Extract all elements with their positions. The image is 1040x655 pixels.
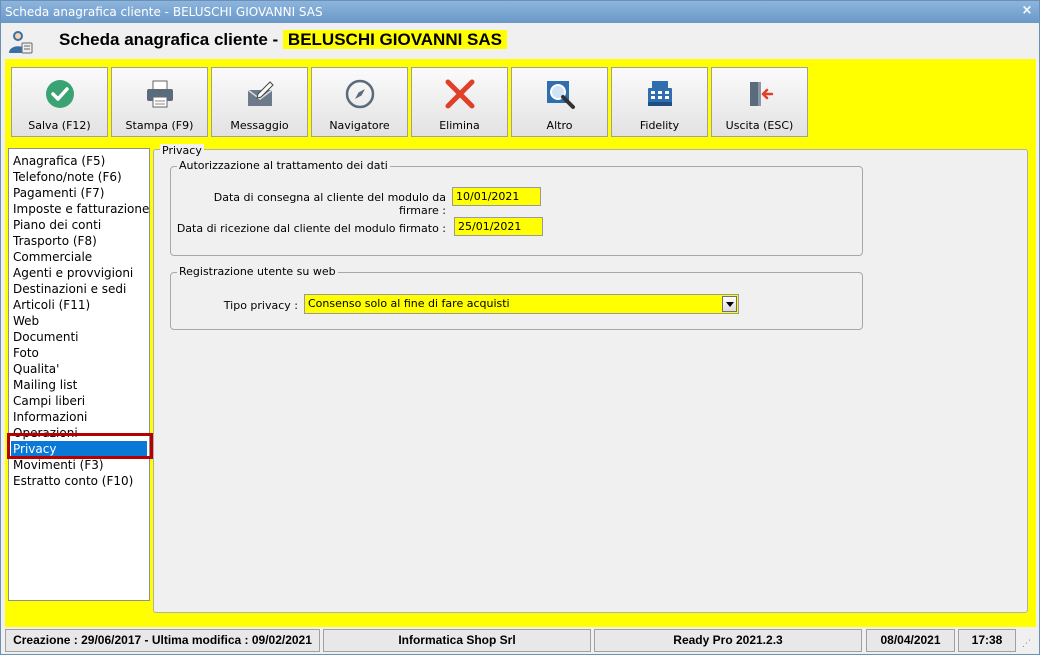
printer-icon — [147, 80, 173, 108]
print-button[interactable]: Stampa (F9) — [111, 67, 208, 137]
other-button-label: Altro — [546, 119, 573, 132]
ricezione-label: Data di ricezione dal cliente del modulo… — [176, 222, 446, 235]
cash-register-icon — [648, 81, 672, 106]
page-title: Scheda anagrafica cliente - BELUSCHI GIO… — [59, 28, 508, 52]
delete-x-icon — [445, 79, 475, 109]
sidebar-item-imposte-e-fatturazione[interactable]: Imposte e fatturazione — [9, 201, 149, 217]
sidebar-item-operazioni[interactable]: Operazioni — [9, 425, 149, 441]
section-list[interactable]: Anagrafica (F5) Telefono/note (F6) Pagamen… — [8, 148, 150, 601]
sidebar-item-commerciale[interactable]: Commerciale — [9, 249, 149, 265]
sidebar-item-anagrafica-f5[interactable]: Anagrafica (F5) — [9, 153, 149, 169]
magnifier-icon — [547, 81, 575, 109]
user-card-icon — [9, 31, 33, 54]
web-group-legend: Registrazione utente su web — [177, 265, 338, 278]
exit-door-icon — [750, 82, 774, 106]
print-button-label: Stampa (F9) — [125, 119, 194, 132]
client-name: BELUSCHI GIOVANNI SAS — [282, 30, 508, 49]
message-button-label: Messaggio — [230, 119, 289, 132]
fidelity-button-label: Fidelity — [639, 119, 680, 132]
compass-icon — [345, 79, 375, 109]
close-icon[interactable]: × — [1019, 4, 1035, 20]
ricezione-date-field[interactable]: 25/01/2021 — [454, 217, 543, 236]
status-version: Ready Pro 2021.2.3 — [594, 629, 862, 652]
web-group: Registrazione utente su web Tipo privacy… — [170, 265, 863, 330]
sidebar-item-documenti[interactable]: Documenti — [9, 329, 149, 345]
section-title: Privacy — [160, 144, 204, 157]
exit-button-label: Uscita (ESC) — [725, 119, 794, 132]
check-circle-icon — [46, 80, 74, 108]
delete-button-label: Elimina — [439, 119, 480, 132]
status-time: 17:38 — [958, 629, 1016, 652]
save-button[interactable]: Salva (F12) — [11, 67, 108, 137]
sidebar-item-privacy[interactable]: Privacy — [11, 441, 147, 457]
consegna-label: Data di consegna al cliente del modulo d… — [213, 191, 446, 217]
sidebar-item-movimenti-f3[interactable]: Movimenti (F3) — [9, 457, 149, 473]
sidebar-item-mailing-list[interactable]: Mailing list — [9, 377, 149, 393]
chevron-down-icon[interactable] — [722, 296, 737, 312]
privacy-panel: Privacy Autorizzazione al trattamento de… — [153, 144, 1028, 613]
sidebar-item-trasporto-f8[interactable]: Trasporto (F8) — [9, 233, 149, 249]
main-area: Salva (F12) Stampa (F9) Messaggio Naviga… — [5, 59, 1036, 627]
header: Scheda anagrafica cliente - BELUSCHI GIO… — [1, 23, 1039, 59]
compose-message-icon — [247, 81, 274, 106]
sidebar-item-articoli-f11[interactable]: Articoli (F11) — [9, 297, 149, 313]
sidebar-item-foto[interactable]: Foto — [9, 345, 149, 361]
navigator-button-label: Navigatore — [329, 119, 390, 132]
status-bar: Creazione : 29/06/2017 - Ultima modifica… — [5, 629, 1036, 652]
tipo-privacy-label: Tipo privacy : — [223, 299, 298, 312]
sidebar-item-piano-dei-conti[interactable]: Piano dei conti — [9, 217, 149, 233]
message-button[interactable]: Messaggio — [211, 67, 308, 137]
sidebar-item-web[interactable]: Web — [9, 313, 149, 329]
auth-group: Autorizzazione al trattamento dei dati D… — [170, 159, 863, 256]
sidebar-item-campi-liberi[interactable]: Campi liberi — [9, 393, 149, 409]
title-prefix: Scheda anagrafica cliente - — [59, 30, 283, 49]
window-title: Scheda anagrafica cliente - BELUSCHI GIO… — [5, 5, 323, 19]
sidebar-item-destinazioni-e-sedi[interactable]: Destinazioni e sedi — [9, 281, 149, 297]
app-window: Scheda anagrafica cliente - BELUSCHI GIO… — [0, 0, 1040, 655]
sidebar-item-pagamenti-f7[interactable]: Pagamenti (F7) — [9, 185, 149, 201]
sidebar-item-informazioni[interactable]: Informazioni — [9, 409, 149, 425]
sidebar-item-estratto-conto-f10[interactable]: Estratto conto (F10) — [9, 473, 149, 489]
auth-group-legend: Autorizzazione al trattamento dei dati — [177, 159, 390, 172]
tipo-privacy-select[interactable]: Consenso solo al fine di fare acquisti — [304, 294, 739, 314]
sidebar-item-telefono-note-f6[interactable]: Telefono/note (F6) — [9, 169, 149, 185]
delete-button[interactable]: Elimina — [411, 67, 508, 137]
consegna-date-field[interactable]: 10/01/2021 — [452, 187, 541, 206]
resize-grip-icon[interactable]: ⋰ — [1022, 638, 1034, 650]
exit-button[interactable]: Uscita (ESC) — [711, 67, 808, 137]
navigator-button[interactable]: Navigatore — [311, 67, 408, 137]
sidebar-item-agenti-e-provvigioni[interactable]: Agenti e provvigioni — [9, 265, 149, 281]
save-button-label: Salva (F12) — [28, 119, 91, 132]
status-creation: Creazione : 29/06/2017 - Ultima modifica… — [5, 629, 320, 652]
title-bar[interactable]: Scheda anagrafica cliente - BELUSCHI GIO… — [1, 1, 1039, 23]
status-date: 08/04/2021 — [866, 629, 955, 652]
status-company: Informatica Shop Srl — [323, 629, 591, 652]
other-button[interactable]: Altro — [511, 67, 608, 137]
tipo-privacy-value: Consenso solo al fine di fare acquisti — [308, 297, 510, 310]
sidebar-item-qualita[interactable]: Qualita' — [9, 361, 149, 377]
fidelity-button[interactable]: Fidelity — [611, 67, 708, 137]
